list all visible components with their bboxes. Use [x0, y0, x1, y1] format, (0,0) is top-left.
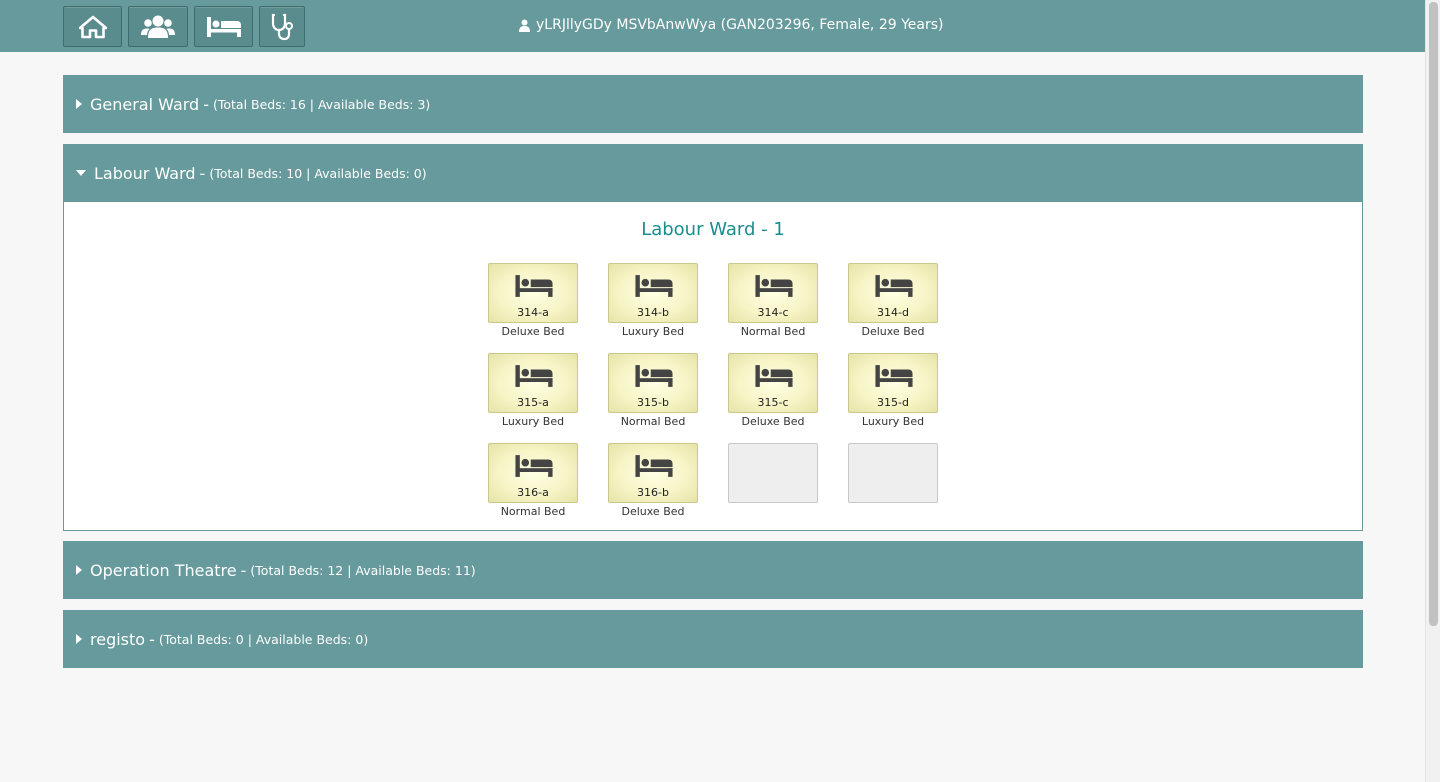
ward-name: Operation Theatre [90, 560, 237, 580]
bed-card[interactable]: 315-c [728, 353, 818, 413]
ward-header-operation-theatre[interactable]: Operation Theatre - (Total Beds: 12 | Av… [63, 541, 1363, 599]
bed-card[interactable]: 314-d [848, 263, 938, 323]
bed-icon [755, 275, 793, 297]
ward-name: General Ward [90, 94, 200, 114]
bed-number: 315-b [637, 396, 669, 409]
ward-separator: - [199, 163, 206, 183]
bed-icon [206, 16, 241, 37]
bed-icon [875, 365, 913, 387]
bed-card[interactable]: 316-a [488, 443, 578, 503]
bed-number: 315-c [757, 396, 789, 409]
bed-card[interactable]: 314-a [488, 263, 578, 323]
bed-card[interactable]: 316-b [608, 443, 698, 503]
ward-header-labour[interactable]: Labour Ward - (Total Beds: 10 | Availabl… [63, 144, 1363, 202]
ward-separator: - [240, 560, 247, 580]
home-button[interactable] [63, 6, 122, 47]
caret-right-icon [76, 634, 82, 644]
patient-details: yLRJllyGDy MSVbAnwWya (GAN203296, Female… [536, 17, 944, 33]
caret-right-icon [76, 565, 82, 575]
beds-button[interactable] [194, 6, 253, 47]
bed-type: Deluxe Bed [741, 415, 805, 428]
bed-type: Deluxe Bed [861, 325, 925, 338]
vertical-scrollbar[interactable] [1425, 0, 1440, 782]
bed-number: 314-b [637, 306, 669, 319]
bed-type: Normal Bed [740, 325, 806, 338]
bed-type: Normal Bed [500, 505, 566, 518]
top-navbar: yLRJllyGDy MSVbAnwWya (GAN203296, Female… [0, 0, 1425, 52]
bed-number: 316-a [517, 486, 549, 499]
bed-icon [635, 365, 673, 387]
bed-number: 314-a [517, 306, 549, 319]
bed-icon [755, 365, 793, 387]
bed-icon [515, 275, 553, 297]
bed-card[interactable]: 315-b [608, 353, 698, 413]
caret-down-icon [76, 170, 86, 176]
bed-icon [635, 275, 673, 297]
bed-card[interactable]: 315-a [488, 353, 578, 413]
bed-card[interactable]: 314-b [608, 263, 698, 323]
ward-header-registo[interactable]: registo - (Total Beds: 0 | Available Bed… [63, 610, 1363, 668]
patients-button[interactable] [128, 6, 188, 47]
bed-number: 314-c [757, 306, 789, 319]
bed-card[interactable]: 314-c [728, 263, 818, 323]
ward-stats: (Total Beds: 16 | Available Beds: 3) [212, 96, 431, 112]
bed-card[interactable]: 315-d [848, 353, 938, 413]
bed-icon [875, 275, 913, 297]
scrollbar-thumb[interactable] [1429, 2, 1438, 626]
ward-panel-operation-theatre: Operation Theatre - (Total Beds: 12 | Av… [63, 541, 1363, 599]
stethoscope-icon [271, 13, 293, 40]
bed-number: 315-a [517, 396, 549, 409]
ward-panel-labour: Labour Ward - (Total Beds: 10 | Availabl… [63, 144, 1363, 531]
users-icon [141, 15, 175, 38]
empty-bed-slot [728, 443, 818, 503]
home-icon [78, 15, 107, 38]
ward-panel-general: General Ward - (Total Beds: 16 | Availab… [63, 75, 1363, 133]
bed-type: Luxury Bed [861, 415, 925, 428]
empty-bed-slot [848, 443, 938, 503]
bed-type: Normal Bed [620, 415, 686, 428]
bed-type: Deluxe Bed [621, 505, 685, 518]
ward-separator: - [149, 629, 155, 649]
bed-icon [515, 365, 553, 387]
ward-body-labour: Labour Ward - 1 314-a Deluxe Bed 314-b L… [63, 202, 1363, 531]
caret-right-icon [76, 99, 82, 109]
ward-name: registo [90, 629, 146, 649]
bed-number: 316-b [637, 486, 669, 499]
ward-stats: (Total Beds: 12 | Available Beds: 11) [250, 562, 476, 578]
bed-icon [635, 455, 673, 477]
ward-name: Labour Ward [94, 163, 196, 183]
bed-type: Luxury Bed [621, 325, 685, 338]
ward-stats: (Total Beds: 10 | Available Beds: 0) [209, 165, 427, 181]
ward-separator: - [203, 94, 209, 114]
user-icon [519, 19, 530, 32]
bed-icon [515, 455, 553, 477]
bed-number: 314-d [877, 306, 909, 319]
ward-header-general[interactable]: General Ward - (Total Beds: 16 | Availab… [63, 75, 1363, 133]
ward-panel-registo: registo - (Total Beds: 0 | Available Bed… [63, 610, 1363, 668]
bed-number: 315-d [877, 396, 909, 409]
patient-info: yLRJllyGDy MSVbAnwWya (GAN203296, Female… [519, 16, 944, 34]
doctor-button[interactable] [259, 6, 305, 47]
ward-stats: (Total Beds: 0 | Available Beds: 0) [158, 631, 369, 647]
bed-type: Luxury Bed [501, 415, 565, 428]
bed-type: Deluxe Bed [501, 325, 565, 338]
room-title: Labour Ward - 1 [641, 219, 785, 240]
